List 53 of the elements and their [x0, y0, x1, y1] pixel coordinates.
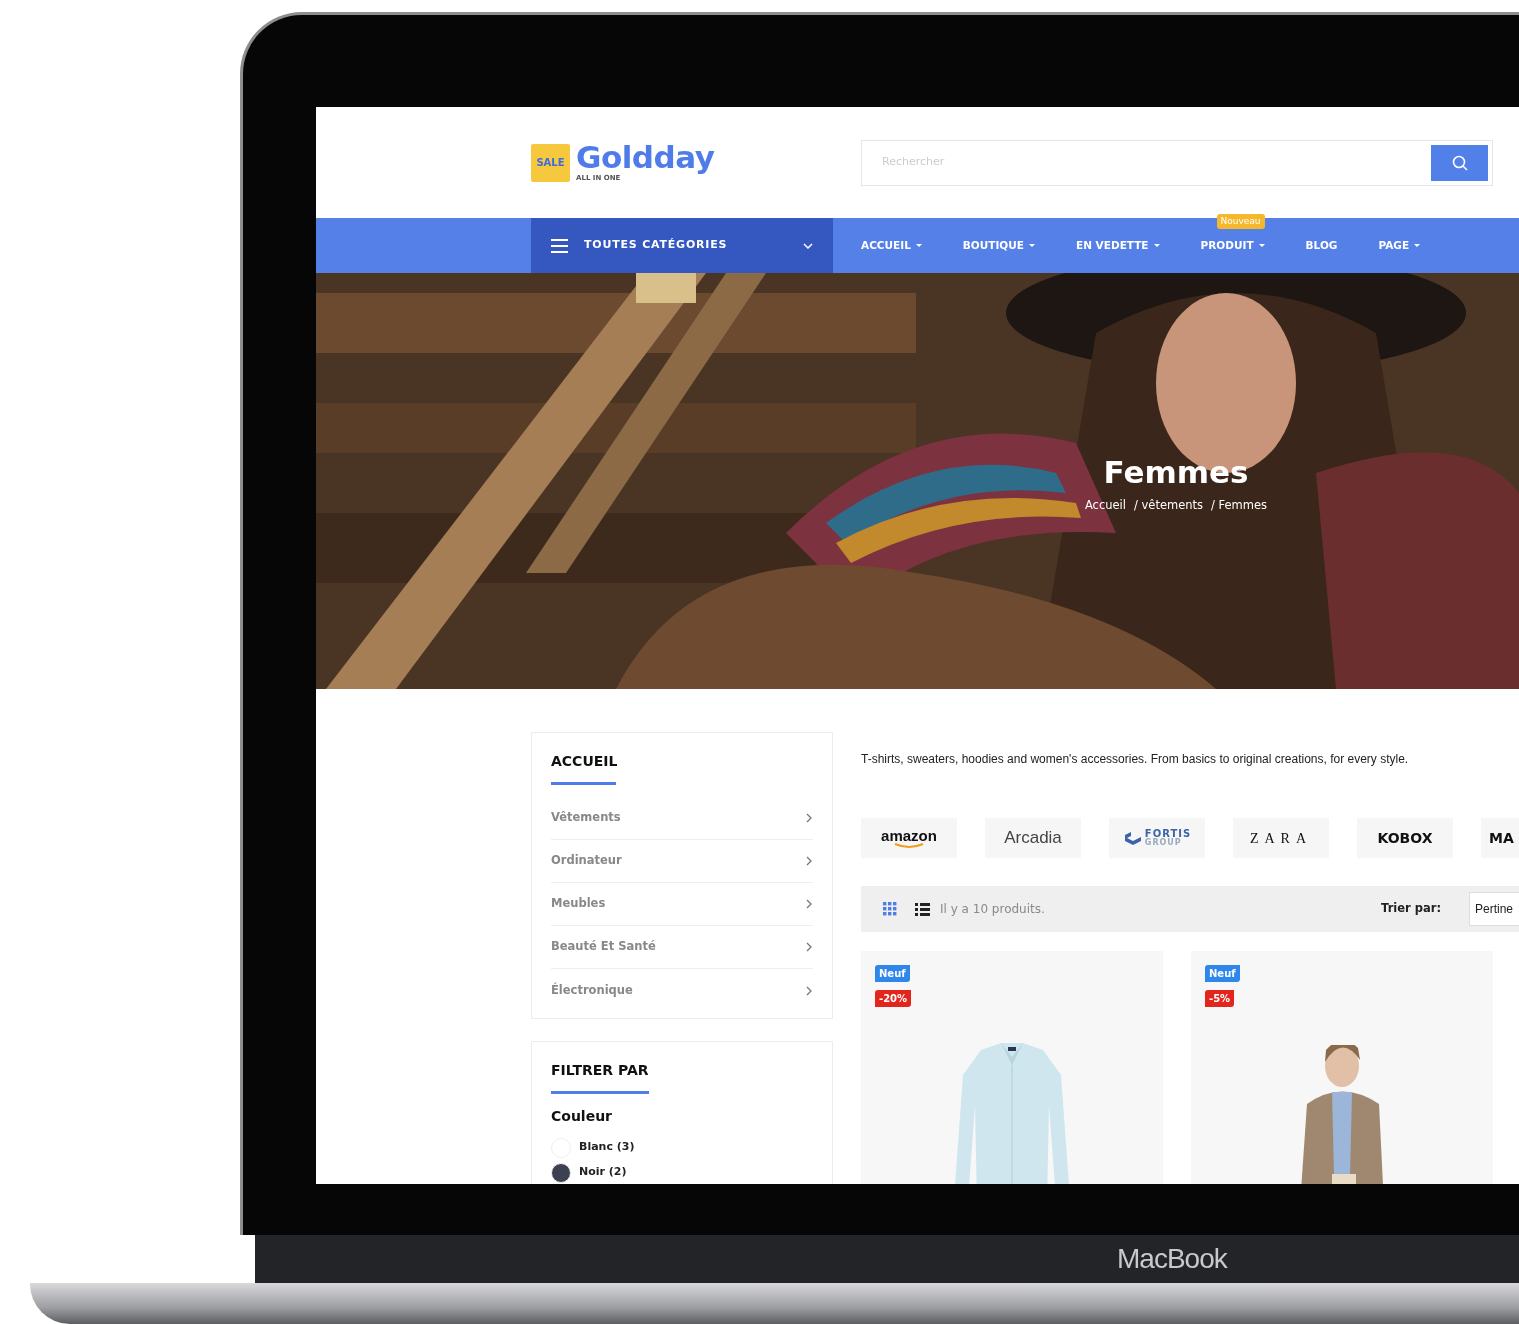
chevron-right-icon [806, 856, 813, 866]
color-option[interactable]: Noir (2) [551, 1160, 813, 1184]
card-title: FILTRER PAR [551, 1061, 650, 1080]
brand-logo[interactable]: MA [1481, 818, 1519, 858]
category-item[interactable]: Électronique [551, 969, 813, 1012]
sort-label: Trier par: [1381, 900, 1441, 918]
nav-link[interactable]: PRODUIT [1200, 237, 1265, 254]
breadcrumb-link[interactable]: Accueil [1084, 497, 1126, 515]
nav-link[interactable]: EN VEDETTE [1076, 237, 1160, 254]
breadcrumb-current: / Femmes [1211, 497, 1268, 515]
chevron-right-icon [806, 985, 813, 996]
category-item[interactable]: Beauté Et Santé [551, 926, 813, 969]
category-item[interactable]: Meubles [551, 883, 813, 926]
brand-logo[interactable]: ZARA [1233, 818, 1329, 858]
nav-link[interactable]: PAGE [1378, 237, 1421, 254]
brand-logo[interactable]: Arcadia [985, 818, 1081, 858]
nav-link[interactable]: ACCUEIL [861, 237, 922, 254]
category-description: T-shirts, sweaters, hoodies and women's accessories. From basics to original creations, for every style. [861, 751, 1410, 768]
sale-tag-logo: SALE [531, 143, 570, 182]
smile-icon [894, 842, 924, 849]
brand-logo[interactable]: KOBOX [1357, 818, 1453, 858]
categories-menu[interactable]: TOUTES CATÉGORIES [531, 218, 833, 273]
emblem-icon [1122, 831, 1141, 845]
new-badge: Nouveau [1216, 213, 1265, 230]
chevron-right-icon [806, 899, 813, 909]
chevron-down-icon [803, 242, 813, 249]
new-badge: Neuf [1205, 965, 1240, 982]
discount-badge: -20% [875, 990, 912, 1007]
category-item[interactable]: Ordinateur [551, 840, 813, 883]
discount-badge: -5% [1205, 990, 1235, 1007]
card-title: ACCUEIL [551, 752, 619, 771]
logo-name: Goldday [576, 141, 715, 173]
brand-logo[interactable]: FORTIS GROUP [1109, 818, 1205, 858]
product-card[interactable]: Neuf -20% [861, 951, 1163, 1184]
chevron-right-icon [806, 942, 813, 952]
grid-view-icon[interactable] [883, 902, 897, 916]
breadcrumb-link[interactable]: / vêtements [1133, 497, 1204, 515]
sort-select[interactable]: Pertine [1469, 892, 1519, 926]
category-item[interactable]: Vêtements [551, 797, 813, 840]
nav-link[interactable]: BLOG [1305, 237, 1338, 254]
brand-logo[interactable]: amazon [861, 818, 957, 858]
product-count: Il y a 10 produits. [940, 901, 1045, 918]
chevron-right-icon [806, 813, 813, 823]
filter-heading: Couleur [551, 1107, 614, 1126]
new-badge: Neuf [875, 965, 910, 982]
page-title: Femmes [1102, 455, 1250, 490]
color-option[interactable]: Blanc (3) [551, 1135, 813, 1160]
color-swatch[interactable] [551, 1162, 571, 1183]
menu-icon [551, 238, 568, 253]
nav-link[interactable]: BOUTIQUE [962, 237, 1035, 254]
device-label: MacBook [1117, 1242, 1227, 1276]
list-view-icon[interactable] [915, 902, 930, 916]
product-card[interactable]: Neuf -5% [1191, 951, 1493, 1184]
